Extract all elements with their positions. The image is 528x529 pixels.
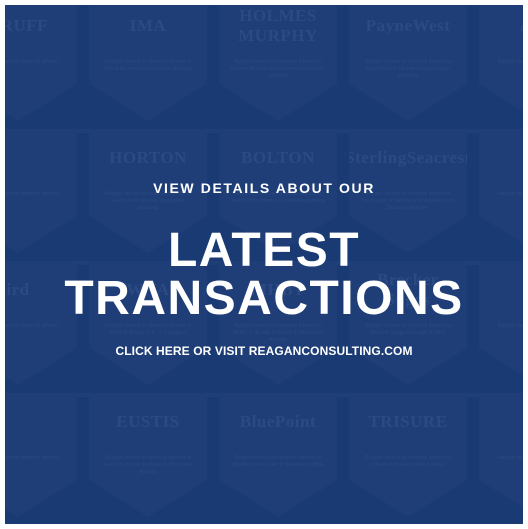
- cta-link[interactable]: CLICK HERE OR VISIT REAGANCONSULTING.COM: [5, 344, 523, 358]
- headline-line-1: LATEST: [167, 224, 361, 277]
- headline-block: VIEW DETAILS ABOUT OUR LATEST TRANSACTIO…: [5, 5, 523, 524]
- kicker-text: VIEW DETAILS ABOUT OUR: [153, 180, 375, 196]
- promo-tile[interactable]: DRUFFReagan served as financial advisorI…: [0, 0, 528, 529]
- headline-line-2: TRANSACTIONS: [64, 272, 464, 325]
